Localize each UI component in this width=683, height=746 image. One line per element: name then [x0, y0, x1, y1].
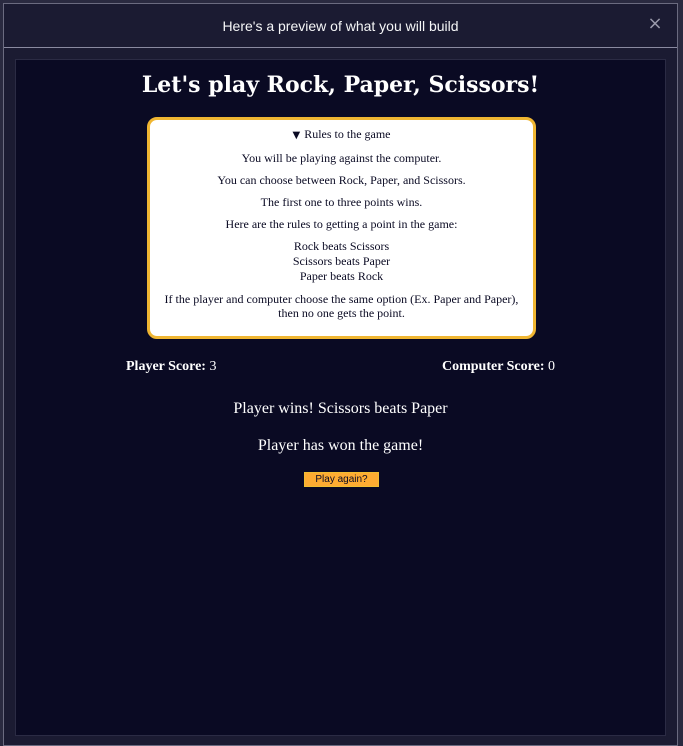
tie-rule: If the player and computer choose the sa… — [164, 292, 519, 320]
matchup-item: Scissors beats Paper — [292, 254, 391, 268]
preview-frame: Let's play Rock, Paper, Scissors! ▼ Rules… — [15, 59, 666, 736]
computer-score-label: Computer Score: — [441, 359, 545, 374]
modal-title: Here's a preview of what you will build — [222, 17, 459, 34]
modal-header: Here's a preview of what you will build … — [4, 4, 677, 48]
computer-score: Computer Score: 0 — [442, 359, 555, 375]
rules-summary[interactable]: ▼ Rules to the game — [156, 127, 527, 143]
game-title: Let's play Rock, Paper, Scissors! — [141, 72, 540, 98]
winner-message: Player has won the game! — [257, 437, 424, 454]
rules-summary-label: Rules to the game — [304, 127, 391, 141]
close-icon[interactable]: × — [645, 14, 665, 34]
rules-line: Here are the rules to getting a point in… — [225, 217, 458, 231]
round-result-message: Player wins! Scissors beats Paper — [233, 400, 448, 417]
matchup-item: Paper beats Rock — [299, 269, 384, 283]
rules-line: You will be playing against the computer… — [241, 151, 442, 165]
computer-score-value: 0 — [548, 359, 555, 374]
player-score-label: Player Score: — [126, 359, 206, 374]
matchup-list: Rock beats Scissors Scissors beats Paper… — [156, 239, 527, 284]
play-again-button[interactable]: Play again? — [304, 472, 379, 487]
matchup-item: Rock beats Scissors — [293, 239, 390, 253]
rules-line: You can choose between Rock, Paper, and … — [217, 173, 466, 187]
preview-modal: Here's a preview of what you will build … — [3, 3, 678, 746]
rules-container: ▼ Rules to the game You will be playing a… — [147, 117, 536, 339]
player-score-value: 3 — [209, 359, 217, 374]
disclosure-triangle-icon: ▼ — [292, 130, 301, 141]
player-score: Player Score: 3 — [126, 359, 216, 375]
score-board: Player Score: 3 Computer Score: 0 — [16, 359, 665, 379]
rules-line: The first one to three points wins. — [260, 195, 423, 209]
